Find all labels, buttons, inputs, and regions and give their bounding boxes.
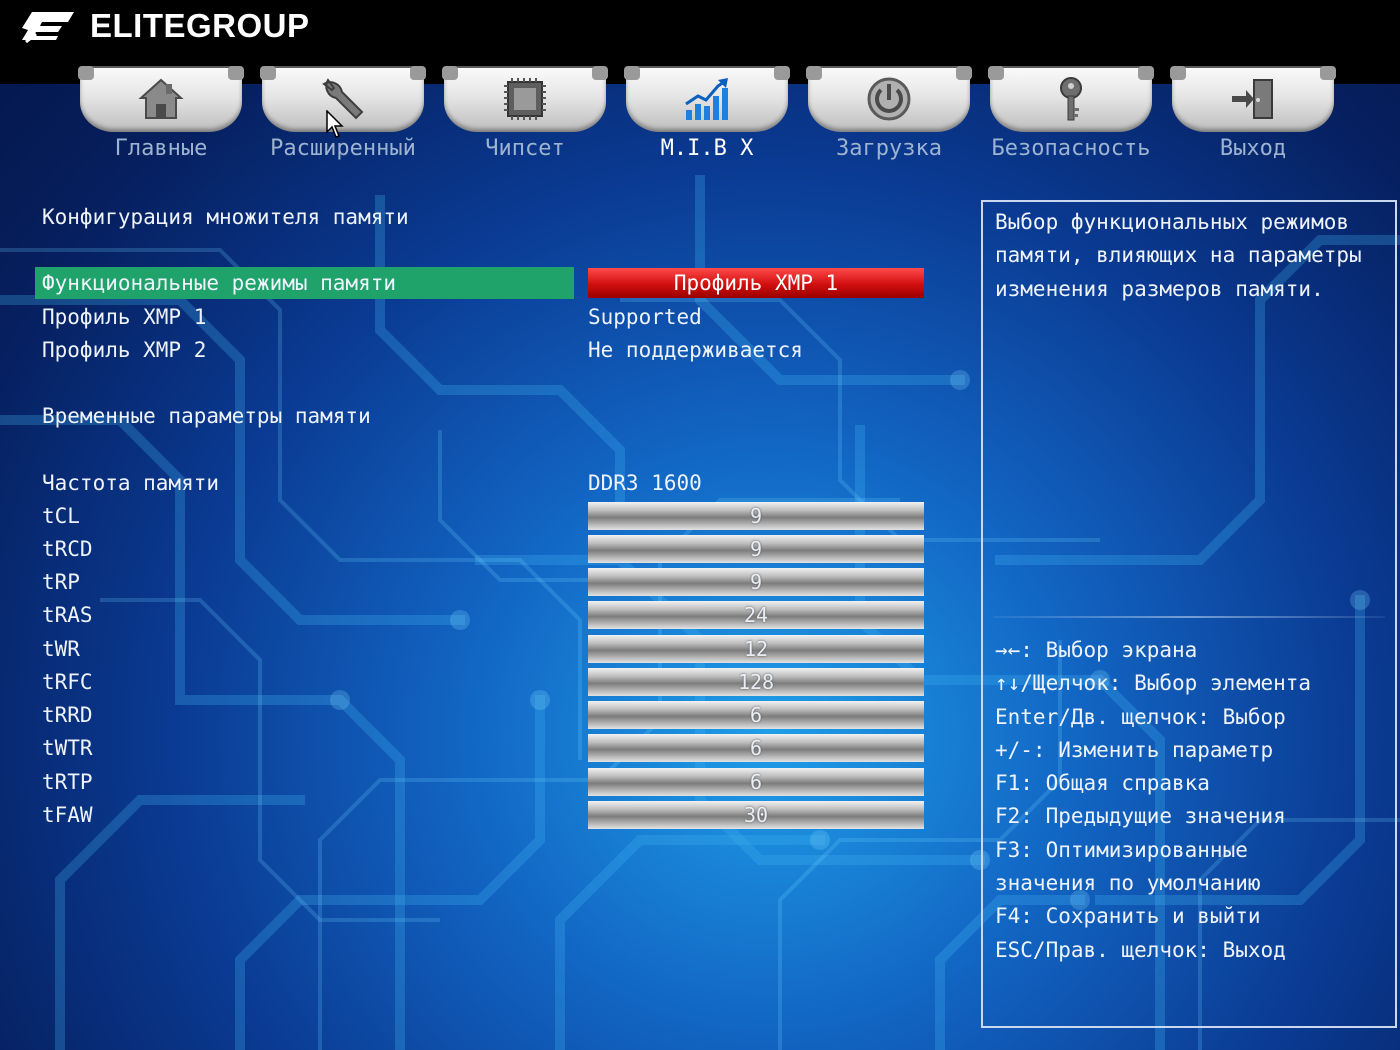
tab-boot[interactable]: Загрузка bbox=[806, 66, 972, 174]
timing-label-trtp: tRTP bbox=[42, 770, 93, 794]
tab-label: Главные bbox=[114, 136, 208, 161]
key-hint: ESC/Прав. щелчок: Выход bbox=[995, 937, 1286, 962]
exit-door-icon bbox=[1232, 79, 1273, 119]
tab-mib-x[interactable]: M.I.B X bbox=[624, 66, 790, 174]
xmp1-value: Supported bbox=[588, 305, 702, 329]
tab-label: M.I.B X bbox=[660, 136, 754, 161]
help-description: Выбор функциональных режимов памяти, вли… bbox=[995, 210, 1362, 301]
timing-label-trp: tRP bbox=[42, 570, 80, 594]
timing-value-tfaw[interactable]: 30 bbox=[588, 801, 924, 829]
timing-value-trtp[interactable]: 6 bbox=[588, 768, 924, 796]
timing-label-tcl: tCL bbox=[42, 504, 80, 528]
tab-security[interactable]: Безопасность bbox=[988, 66, 1154, 174]
section-title: Конфигурация множителя памяти bbox=[42, 205, 409, 229]
timing-label-trfc: tRFC bbox=[42, 670, 93, 694]
timing-label-trrd: tRRD bbox=[42, 703, 93, 727]
timing-value-trcd[interactable]: 9 bbox=[588, 535, 924, 563]
key-hint: F2: Предыдущие значения bbox=[995, 804, 1286, 829]
timings-section-title: Временные параметры памяти bbox=[42, 404, 371, 428]
brand-name: ELITEGROUP bbox=[90, 7, 310, 44]
xmp1-label: Профиль XMP 1 bbox=[42, 305, 207, 329]
key-hint: +/-: Изменить параметр bbox=[995, 737, 1274, 762]
timing-label-twtr: tWTR bbox=[42, 736, 93, 760]
timing-value-tcl[interactable]: 9 bbox=[588, 502, 924, 530]
xmp2-value: Не поддерживается bbox=[588, 338, 803, 362]
timing-value-twr[interactable]: 12 bbox=[588, 635, 924, 663]
key-icon bbox=[1060, 77, 1082, 121]
ecs-logo bbox=[22, 12, 74, 44]
key-legend: →←: Выбор экрана ↑↓/Щелчок: Выбор элемен… bbox=[995, 634, 1395, 967]
memory-mode-value[interactable]: Профиль XMP 1 bbox=[588, 268, 924, 298]
frequency-label: Частота памяти bbox=[42, 471, 220, 495]
key-hint: →←: Выбор экрана bbox=[995, 638, 1198, 662]
brand: ELITEGROUP bbox=[18, 6, 310, 46]
timing-label-trcd: tRCD bbox=[42, 537, 93, 561]
timing-value-tras[interactable]: 24 bbox=[588, 601, 924, 629]
home-icon bbox=[138, 78, 184, 119]
tab-chipset[interactable]: Чипсет bbox=[442, 66, 608, 174]
timing-value-trrd[interactable]: 6 bbox=[588, 701, 924, 729]
power-icon bbox=[867, 77, 911, 121]
timing-label-tfaw: tFAW bbox=[42, 803, 93, 827]
tab-main[interactable]: Главные bbox=[78, 66, 244, 174]
timing-value-trfc[interactable]: 128 bbox=[588, 668, 924, 696]
memory-mode-label: Функциональные режимы памяти bbox=[42, 271, 397, 295]
chip-icon bbox=[504, 78, 546, 120]
timing-label-tras: tRAS bbox=[42, 603, 93, 627]
key-hint: Enter/Дв. щелчок: Выбор bbox=[995, 704, 1286, 729]
timing-label-twr: tWR bbox=[42, 637, 80, 661]
performance-chart-icon bbox=[685, 78, 728, 120]
key-hint: F1: Общая справка bbox=[995, 771, 1210, 796]
key-hint: F4: Сохранить и выйти bbox=[995, 904, 1261, 929]
key-hint: F3: Оптимизированные bbox=[995, 837, 1248, 862]
tab-label: Безопасность bbox=[991, 136, 1151, 161]
help-panel: Выбор функциональных режимов памяти, вли… bbox=[981, 200, 1397, 1028]
tab-label: Выход bbox=[1219, 136, 1287, 161]
key-hint: значения по умолчанию bbox=[995, 871, 1261, 896]
timing-value-trp[interactable]: 9 bbox=[588, 568, 924, 596]
tab-exit[interactable]: Выход bbox=[1170, 66, 1336, 174]
xmp2-label: Профиль XMP 2 bbox=[42, 338, 207, 362]
frequency-value: DDR3 1600 bbox=[588, 471, 702, 495]
help-divider bbox=[993, 616, 1385, 618]
mouse-cursor-icon bbox=[326, 110, 344, 138]
tab-label: Загрузка bbox=[836, 136, 942, 161]
tab-label: Чипсет bbox=[485, 136, 565, 161]
timing-value-twtr[interactable]: 6 bbox=[588, 734, 924, 762]
key-hint: ↑↓/Щелчок: Выбор элемента bbox=[995, 671, 1312, 696]
